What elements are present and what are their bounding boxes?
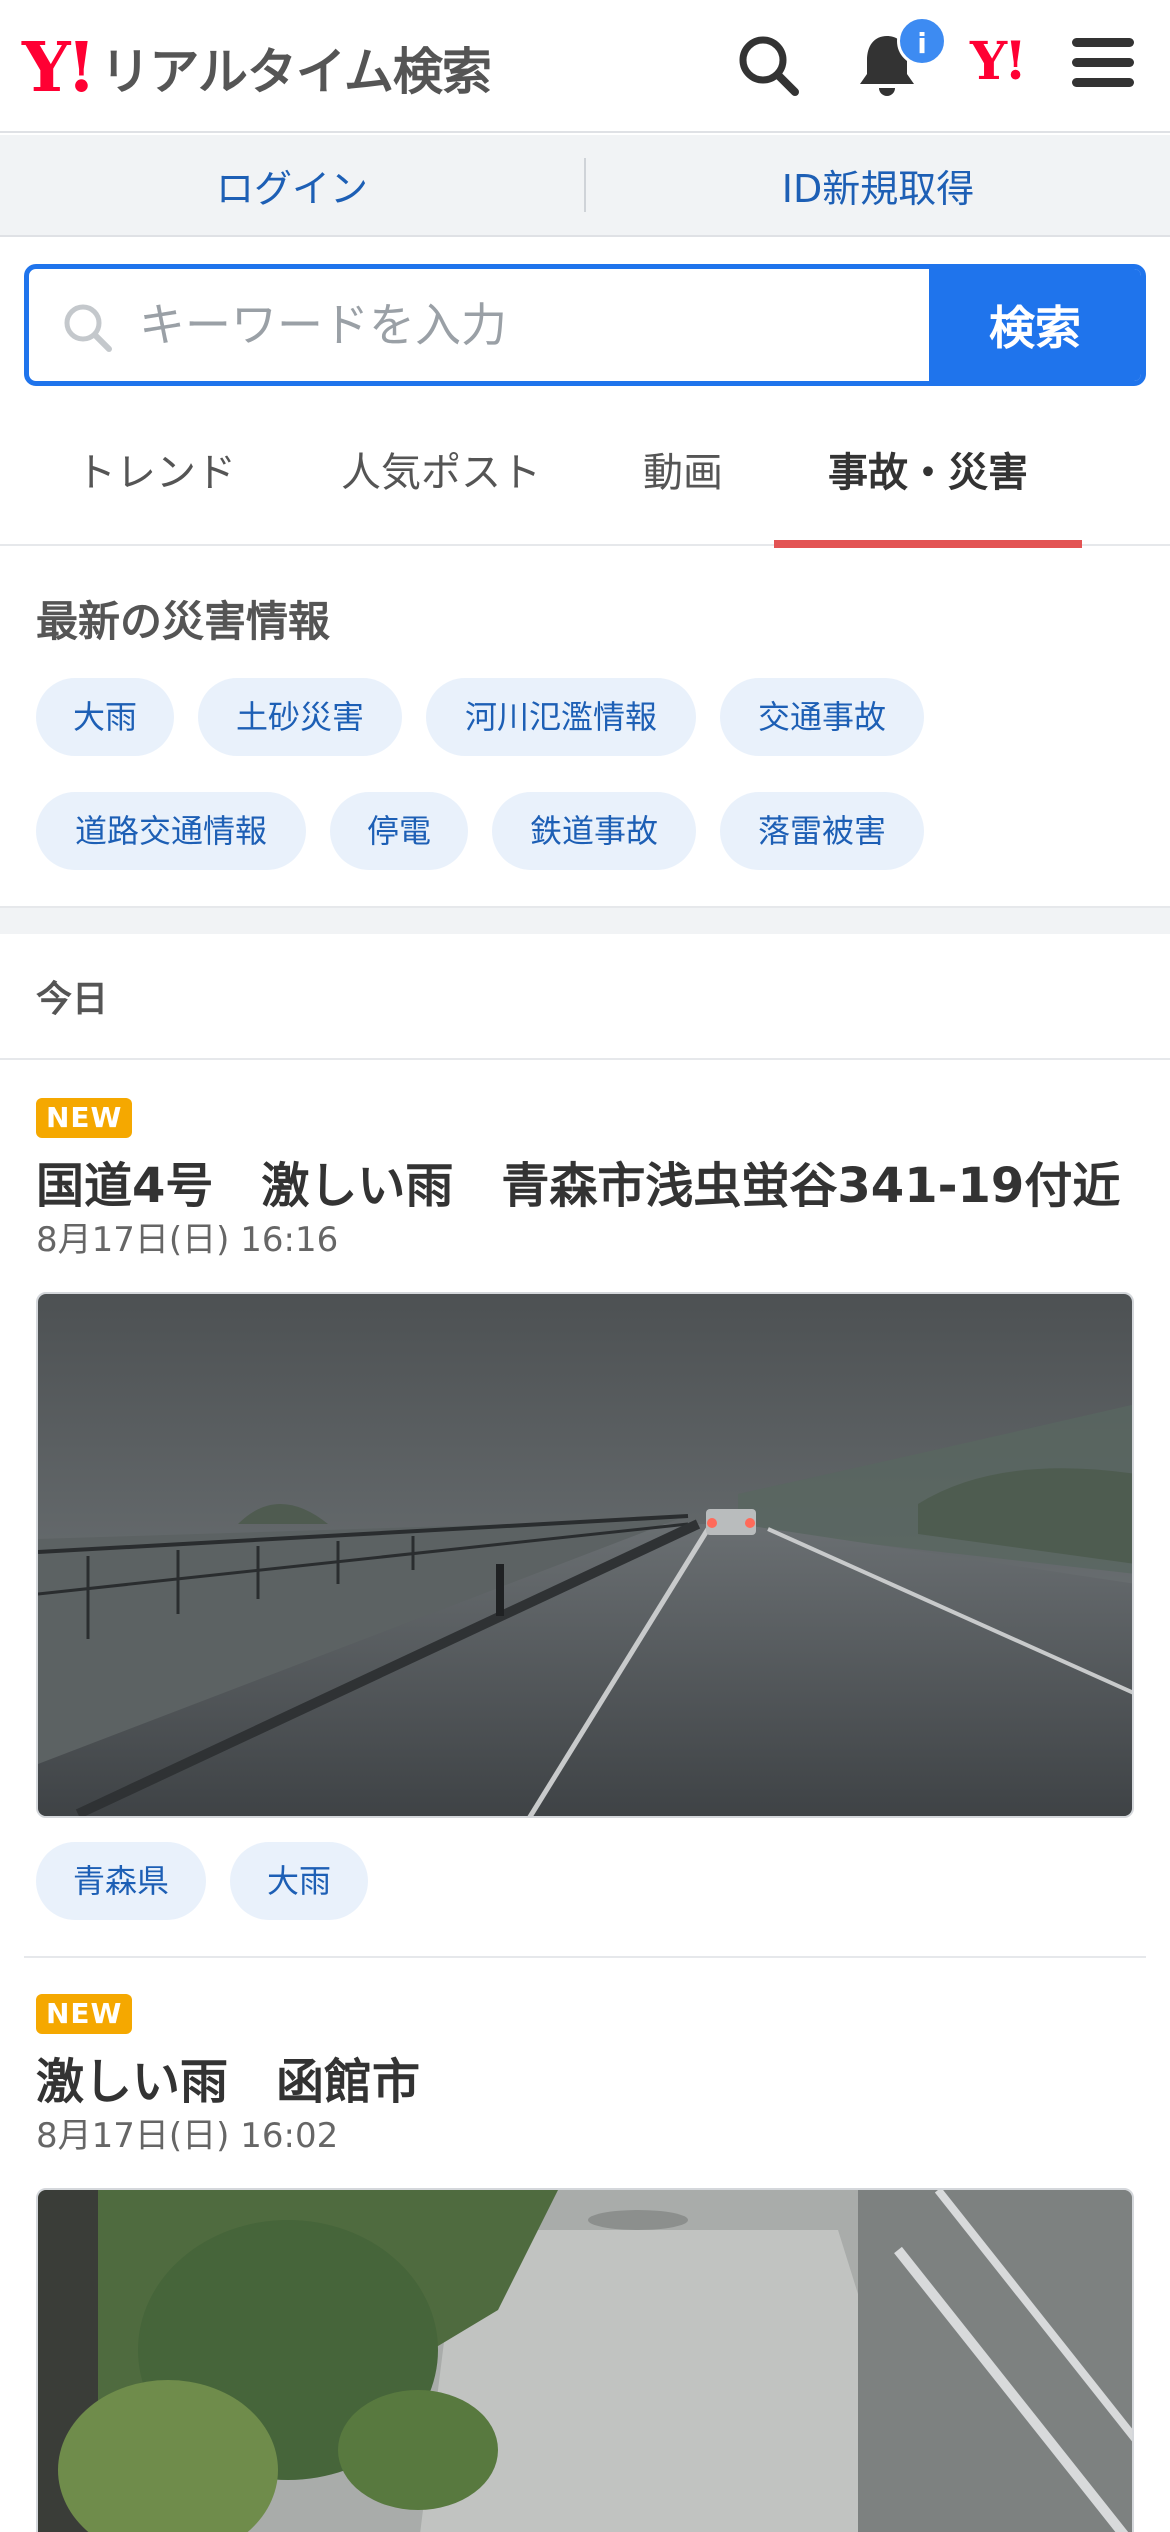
chip-heavy-rain[interactable]: 大雨 bbox=[36, 678, 174, 756]
register-link[interactable]: ID新規取得 bbox=[586, 158, 1170, 213]
search-input-wrapper bbox=[29, 269, 929, 381]
chip-landslide[interactable]: 土砂災害 bbox=[198, 678, 402, 756]
login-link[interactable]: ログイン bbox=[0, 158, 584, 213]
new-badge: NEW bbox=[36, 1098, 133, 1138]
article-title[interactable]: 国道4号 激しい雨 青森市浅虫蛍谷341-19付近 bbox=[36, 1146, 1120, 1216]
hamburger-menu-icon[interactable] bbox=[1072, 38, 1134, 94]
notification-badge: i bbox=[897, 16, 947, 66]
chip-traffic-accident[interactable]: 交通事故 bbox=[720, 678, 924, 756]
chip-railway-accident[interactable]: 鉄道事故 bbox=[492, 792, 696, 870]
article-title[interactable]: 激しい雨 函館市 bbox=[36, 2042, 420, 2112]
article-card[interactable]: NEW 激しい雨 函館市 8月17日(日) 16:02 bbox=[0, 1960, 1170, 2532]
chip-power-outage[interactable]: 停電 bbox=[330, 792, 468, 870]
section-title: 最新の災害情報 bbox=[36, 597, 331, 646]
search-icon bbox=[64, 304, 112, 352]
new-badge: NEW bbox=[36, 1994, 133, 2034]
date-group-label: 今日 bbox=[36, 979, 109, 1020]
article-card[interactable]: NEW 国道4号 激しい雨 青森市浅虫蛍谷341-19付近 8月17日(日) 1… bbox=[0, 1060, 1170, 1960]
search-icon[interactable] bbox=[733, 30, 803, 100]
article-date: 8月17日(日) 16:16 bbox=[36, 1220, 339, 1260]
flooded-path-photo bbox=[38, 2190, 1132, 2532]
article-date: 8月17日(日) 16:02 bbox=[36, 2116, 339, 2156]
tag-aomori[interactable]: 青森県 bbox=[36, 1842, 206, 1920]
category-tabs: トレンド 人気ポスト 動画 事故・災害 bbox=[0, 408, 1170, 548]
section-divider bbox=[0, 906, 1170, 934]
chip-river-flood[interactable]: 河川氾濫情報 bbox=[426, 678, 696, 756]
date-group-header: 今日 bbox=[0, 934, 1170, 1060]
tab-accident-disaster[interactable]: 事故・災害 bbox=[774, 408, 1082, 548]
disaster-info-section: 最新の災害情報 大雨 土砂災害 河川氾濫情報 交通事故 道路交通情報 停電 鉄道… bbox=[0, 548, 1170, 906]
app-header: Y! リアルタイム検索 i Y! bbox=[0, 0, 1170, 133]
tab-popular-posts[interactable]: 人気ポスト bbox=[316, 408, 566, 546]
yahoo-logo-mark: Y! bbox=[22, 28, 96, 108]
tab-trend[interactable]: トレンド bbox=[36, 408, 276, 546]
search-box: 検索 bbox=[24, 264, 1146, 386]
search-button[interactable]: 検索 bbox=[929, 269, 1141, 381]
article-separator bbox=[24, 1956, 1146, 1958]
article-image[interactable] bbox=[36, 1292, 1134, 1818]
tab-video[interactable]: 動画 bbox=[608, 408, 758, 546]
yahoo-japan-icon[interactable]: Y! bbox=[970, 36, 1027, 88]
rainy-road-photo bbox=[38, 1294, 1132, 1816]
tag-heavy-rain[interactable]: 大雨 bbox=[230, 1842, 368, 1920]
account-bar: ログイン ID新規取得 bbox=[0, 135, 1170, 237]
article-image[interactable] bbox=[36, 2188, 1134, 2532]
chip-lightning-damage[interactable]: 落雷被害 bbox=[720, 792, 924, 870]
yahoo-realtime-logo[interactable]: Y! リアルタイム検索 bbox=[22, 28, 492, 108]
chip-road-traffic[interactable]: 道路交通情報 bbox=[36, 792, 306, 870]
search-input[interactable] bbox=[139, 269, 929, 381]
service-name: リアルタイム検索 bbox=[100, 43, 491, 101]
